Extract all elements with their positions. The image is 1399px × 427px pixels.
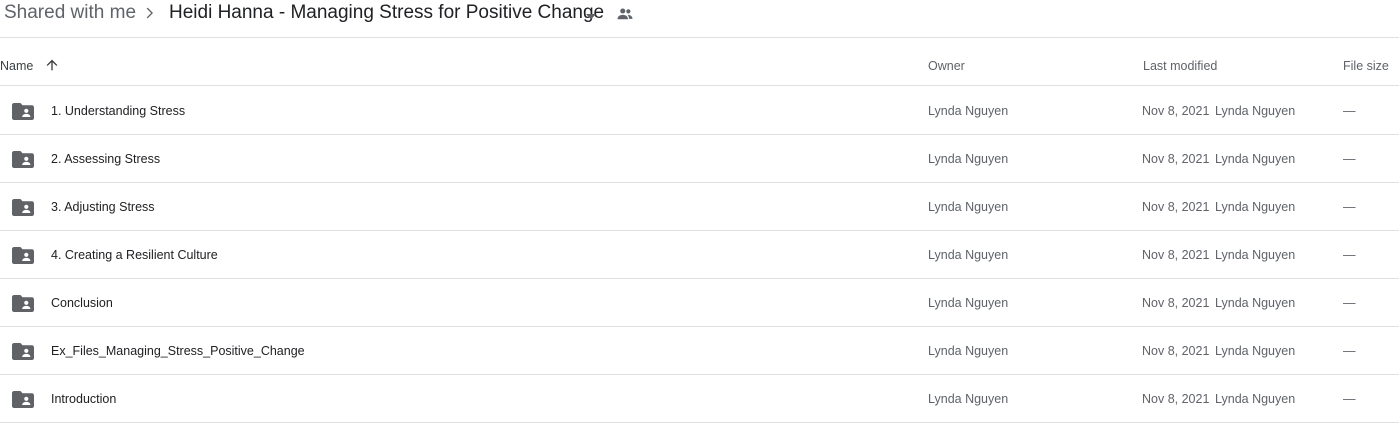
file-owner: Lynda Nguyen <box>928 248 1009 262</box>
file-name: Conclusion <box>51 296 113 310</box>
file-size: — <box>1343 344 1356 358</box>
file-modified-date: Nov 8, 2021 <box>1142 296 1210 310</box>
file-owner: Lynda Nguyen <box>928 200 1009 214</box>
file-row[interactable]: 4. Creating a Resilient Culture Lynda Ng… <box>0 231 1399 279</box>
file-row[interactable]: 3. Adjusting Stress Lynda Nguyen Nov 8, … <box>0 183 1399 231</box>
shared-folder-icon <box>12 390 34 408</box>
file-size: — <box>1343 104 1356 118</box>
file-name: Introduction <box>51 392 117 406</box>
arrow-upward-icon[interactable] <box>44 57 60 73</box>
drive-file-browser: Shared with me Heidi Hanna - Managing St… <box>0 0 1399 427</box>
file-row[interactable]: Ex_Files_Managing_Stress_Positive_Change… <box>0 327 1399 375</box>
file-name: Ex_Files_Managing_Stress_Positive_Change <box>51 344 305 358</box>
breadcrumb-shared-with-me[interactable]: Shared with me <box>4 2 136 24</box>
file-size: — <box>1343 392 1356 406</box>
file-modified-date: Nov 8, 2021 <box>1142 344 1210 358</box>
shared-folder-icon <box>12 246 34 264</box>
file-row[interactable]: Conclusion Lynda Nguyen Nov 8, 2021 Lynd… <box>0 279 1399 327</box>
shared-folder-icon <box>12 150 34 168</box>
file-name: 1. Understanding Stress <box>51 104 186 118</box>
chevron-right-icon <box>141 5 157 21</box>
file-modified-date: Nov 8, 2021 <box>1142 392 1210 406</box>
file-modified-by: Lynda Nguyen <box>1215 392 1296 406</box>
file-owner: Lynda Nguyen <box>928 152 1009 166</box>
file-owner: Lynda Nguyen <box>928 344 1009 358</box>
arrow-drop-down-icon[interactable] <box>584 9 598 20</box>
file-row[interactable]: 2. Assessing Stress Lynda Nguyen Nov 8, … <box>0 135 1399 183</box>
file-list: 1. Understanding Stress Lynda Nguyen Nov… <box>0 87 1399 423</box>
file-owner: Lynda Nguyen <box>928 104 1009 118</box>
shared-folder-icon <box>12 198 34 216</box>
file-modified-date: Nov 8, 2021 <box>1142 248 1210 262</box>
shared-folder-icon <box>12 294 34 312</box>
shared-folder-icon <box>12 102 34 120</box>
people-icon <box>615 5 635 23</box>
column-last-modified-header[interactable]: Last modified <box>1143 59 1217 73</box>
file-owner: Lynda Nguyen <box>928 392 1009 406</box>
file-list-header: Name Owner Last modified File size <box>0 39 1399 86</box>
column-name-header[interactable]: Name <box>0 59 33 73</box>
file-modified-by: Lynda Nguyen <box>1215 296 1296 310</box>
file-row[interactable]: Introduction Lynda Nguyen Nov 8, 2021 Ly… <box>0 375 1399 423</box>
file-modified-by: Lynda Nguyen <box>1215 104 1296 118</box>
file-size: — <box>1343 152 1356 166</box>
file-size: — <box>1343 296 1356 310</box>
file-modified-date: Nov 8, 2021 <box>1142 152 1210 166</box>
file-modified-by: Lynda Nguyen <box>1215 200 1296 214</box>
breadcrumb-current-folder[interactable]: Heidi Hanna - Managing Stress for Positi… <box>169 2 604 24</box>
file-modified-by: Lynda Nguyen <box>1215 344 1296 358</box>
file-name: 2. Assessing Stress <box>51 152 161 166</box>
file-modified-by: Lynda Nguyen <box>1215 248 1296 262</box>
file-name: 4. Creating a Resilient Culture <box>51 248 218 262</box>
file-owner: Lynda Nguyen <box>928 296 1009 310</box>
shared-folder-icon <box>12 342 34 360</box>
column-file-size-header: File size <box>1343 59 1389 73</box>
file-modified-date: Nov 8, 2021 <box>1142 200 1210 214</box>
column-owner-header: Owner <box>928 59 965 73</box>
file-name: 3. Adjusting Stress <box>51 200 155 214</box>
file-size: — <box>1343 200 1356 214</box>
file-modified-by: Lynda Nguyen <box>1215 152 1296 166</box>
file-size: — <box>1343 248 1356 262</box>
file-row[interactable]: 1. Understanding Stress Lynda Nguyen Nov… <box>0 87 1399 135</box>
file-modified-date: Nov 8, 2021 <box>1142 104 1210 118</box>
breadcrumb: Shared with me Heidi Hanna - Managing St… <box>0 0 1399 38</box>
